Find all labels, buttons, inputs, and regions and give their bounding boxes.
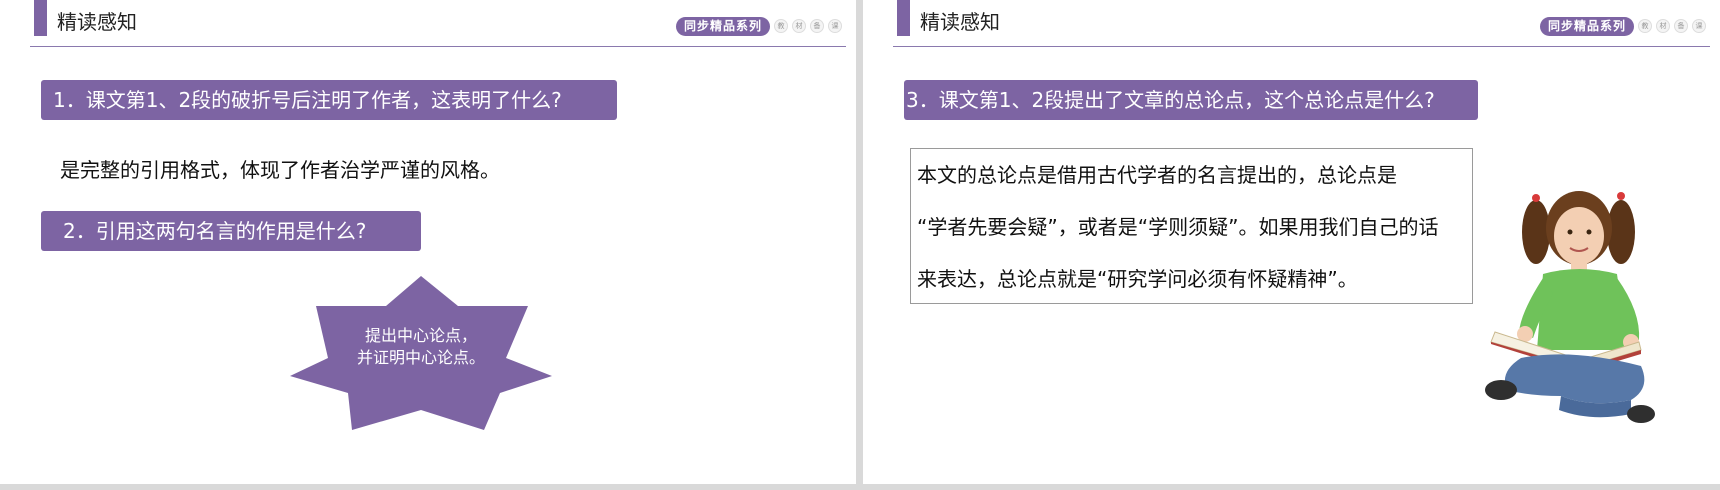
slide-right: 精读感知 同步精品系列 教 材 备 课 3．课文第1、2段提出了文章的总论点，这…: [863, 0, 1720, 484]
header-title: 精读感知: [920, 10, 1000, 34]
header-divider: [30, 46, 846, 47]
series-label: 同步精品系列: [1539, 16, 1634, 36]
answer-3-line-2: “学者先要会疑”，或者是“学则须疑”。如果用我们自己的话: [917, 215, 1439, 239]
girl-reading-illustration: [1485, 191, 1655, 423]
header-divider: [893, 46, 1710, 47]
slide-left: 精读感知 同步精品系列 教 材 备 课 1．课文第1、2段的破折号后注明了作者，…: [0, 0, 856, 484]
series-dots: 教 材 备 课: [774, 19, 842, 33]
series-dots: 教 材 备 课: [1638, 19, 1706, 33]
series-label: 同步精品系列: [675, 16, 770, 36]
header-title: 精读感知: [57, 10, 137, 34]
series-dot: 课: [828, 19, 842, 33]
series-dot: 材: [792, 19, 806, 33]
star-text: 提出中心论点， 并证明中心论点。: [318, 325, 524, 369]
question-1-box: 1．课文第1、2段的破折号后注明了作者，这表明了什么?: [41, 80, 617, 120]
series-dot: 教: [1638, 19, 1652, 33]
header-accent-bar: [897, 0, 910, 36]
answer-3-line-1: 本文的总论点是借用古代学者的名言提出的，总论点是: [917, 163, 1397, 187]
series-dot: 备: [1674, 19, 1688, 33]
series-badge: 同步精品系列 教 材 备 课: [675, 16, 842, 36]
header-accent-bar: [34, 0, 47, 36]
answer-3-line-3: 来表达，总论点就是“研究学问必须有怀疑精神”。: [917, 267, 1358, 291]
series-dot: 备: [810, 19, 824, 33]
star-line-2: 并证明中心论点。: [356, 348, 485, 367]
star-line-1: 提出中心论点，: [364, 326, 477, 345]
series-badge: 同步精品系列 教 材 备 课: [1539, 16, 1706, 36]
series-dot: 材: [1656, 19, 1670, 33]
answer-1: 是完整的引用格式，体现了作者治学严谨的风格。: [60, 158, 500, 182]
answer-3-box: 本文的总论点是借用古代学者的名言提出的，总论点是 “学者先要会疑”，或者是“学则…: [910, 148, 1473, 304]
series-dot: 课: [1692, 19, 1706, 33]
question-2-box: 2．引用这两句名言的作用是什么?: [41, 211, 421, 251]
question-3-box: 3．课文第1、2段提出了文章的总论点，这个总论点是什么?: [904, 80, 1478, 120]
series-dot: 教: [774, 19, 788, 33]
